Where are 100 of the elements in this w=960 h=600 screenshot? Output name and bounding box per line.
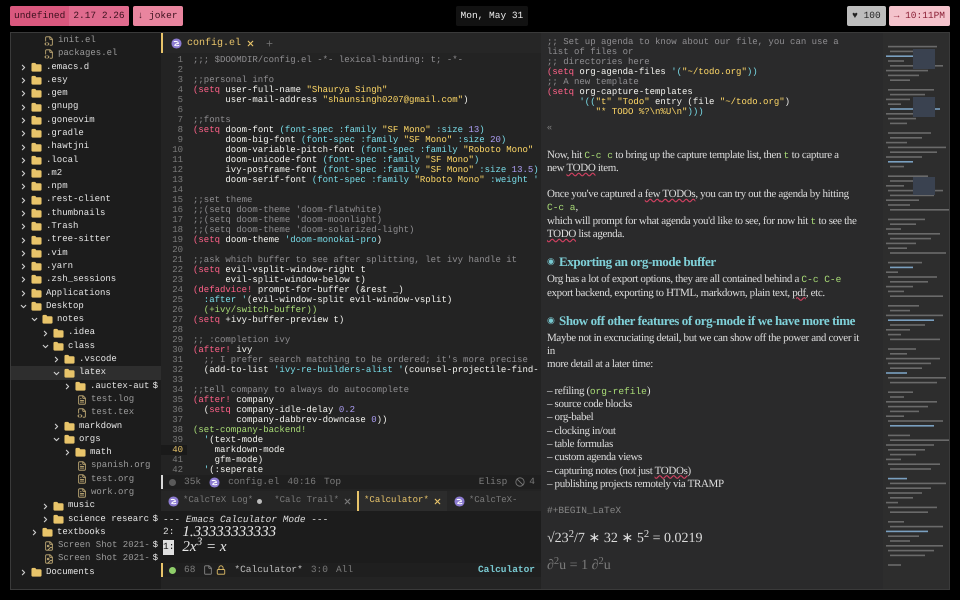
- tree-row[interactable]: science researc $: [11, 512, 161, 526]
- tree-label: .gem: [46, 87, 68, 100]
- line-number: 24: [171, 285, 184, 295]
- tree-row[interactable]: .vscode: [11, 353, 161, 366]
- tree-row[interactable]: Screen Shot 2021- $: [11, 552, 161, 566]
- tree-row[interactable]: .gnupg: [11, 100, 161, 114]
- tree-row[interactable]: textbooks: [11, 526, 161, 540]
- folder-icon: [42, 314, 53, 326]
- tree-label: test.org: [91, 472, 134, 486]
- buffer-name: config.el: [228, 475, 280, 489]
- tree-row[interactable]: Documents: [11, 566, 161, 580]
- clock-badge: → 10:11PM: [888, 6, 950, 26]
- buffer-tab[interactable]: *Calc Trail*: [267, 491, 358, 511]
- tree-label: .hawtjni: [46, 140, 90, 154]
- tree-row[interactable]: .tree-sitter: [11, 233, 161, 247]
- tree-row[interactable]: .local: [11, 154, 161, 167]
- tree-row[interactable]: .vim: [11, 246, 161, 260]
- tree-label: .goneovim: [46, 114, 95, 127]
- tree-row[interactable]: .gradle: [11, 127, 161, 140]
- major-mode: Elisp: [478, 475, 508, 489]
- major-mode: Calculator: [478, 563, 535, 577]
- tree-row[interactable]: work.org: [11, 486, 161, 500]
- tree-label: .Trash: [46, 220, 78, 234]
- tree-row[interactable]: .auctex-aut $: [11, 380, 161, 394]
- code-line: evil-split-window-below t): [224, 275, 366, 285]
- line-number: 3: [176, 75, 184, 85]
- tree-row[interactable]: test.log: [11, 393, 161, 406]
- tree-label: markdown: [79, 420, 122, 433]
- folder-icon: [31, 181, 42, 192]
- tree-row[interactable]: .esy: [11, 74, 161, 88]
- tree-row[interactable]: .thumbnails: [11, 206, 161, 220]
- tree-row[interactable]: test.org: [11, 472, 161, 486]
- tree-row[interactable]: .yarn: [11, 260, 161, 274]
- tree-label: .thumbnails: [46, 206, 106, 220]
- tree-row[interactable]: .m2: [11, 166, 161, 180]
- folder-icon: [31, 102, 42, 113]
- code-line: ivy-posframe-font (font-spec :family "SF Mono" :size 13.5): [224, 165, 539, 175]
- stack-index: 2:: [163, 525, 174, 540]
- buffer-tab[interactable]: *Calculator*: [357, 491, 447, 511]
- tree-row[interactable]: notes: [11, 313, 161, 327]
- code-line: '(("t" "Todo" entry (file "~/todo.org"): [578, 97, 792, 107]
- file-icon: [44, 540, 54, 551]
- code-line: ;;ask which buffer to see after splitting, let ivy handle it: [192, 255, 518, 265]
- tree-row[interactable]: .rest-client: [11, 194, 161, 207]
- tree-row[interactable]: .hawtjni: [11, 140, 161, 154]
- paragraph: – refiling (org-refile) – source code blocks – org-babel – clocking in/out – table formulas – custom agenda views – capturing notes (not just TODOs) – publishing projects remotely via TRAMP: [547, 384, 725, 492]
- tree-row[interactable]: music: [11, 499, 161, 513]
- tree-row[interactable]: spanish.org: [11, 460, 161, 473]
- tree-row[interactable]: packages.el: [11, 47, 161, 61]
- tree-row[interactable]: Applications: [11, 286, 161, 300]
- tree-row[interactable]: .gem: [11, 87, 161, 100]
- tree-row[interactable]: math: [11, 446, 161, 460]
- tree-label: .gradle: [46, 126, 84, 140]
- tree-row[interactable]: class: [11, 340, 161, 354]
- buffer-tab[interactable]: *CalcTeX Log*: [161, 491, 268, 511]
- code-line: (setq evil-vsplit-window-right t: [192, 265, 366, 275]
- buffer-tab[interactable]: *CalcTeX-: [446, 491, 522, 511]
- tree-row[interactable]: init.el: [11, 34, 161, 48]
- tree-row[interactable]: .goneovim: [11, 114, 161, 128]
- tree-row[interactable]: .zsh_sessions: [11, 273, 161, 287]
- tree-label: class: [68, 340, 96, 353]
- blocked-icon: [515, 477, 526, 488]
- line-number: 23: [171, 275, 184, 285]
- line-number: 11: [171, 155, 184, 165]
- code-line: (setq user-full-name "Shaurya Singh": [192, 85, 388, 95]
- code-line: (set-company-backend!: [192, 425, 306, 435]
- tree-row[interactable]: Screen Shot 2021- $: [11, 539, 161, 553]
- close-icon[interactable]: [246, 38, 256, 48]
- buffer-size: 35k: [184, 475, 202, 489]
- line-number: 4: [176, 85, 184, 95]
- tree-label: Screen Shot 2021-: [58, 552, 150, 566]
- tree-row[interactable]: orgs: [11, 432, 161, 446]
- tree-row[interactable]: Desktop: [11, 300, 161, 314]
- editor-tab[interactable]: config.el: [161, 33, 264, 53]
- tree-label: .tree-sitter: [46, 233, 111, 246]
- line-number: 12: [171, 165, 184, 175]
- line-number: 26: [171, 305, 184, 315]
- tree-row[interactable]: .idea: [11, 326, 161, 340]
- folder-icon: [31, 194, 42, 206]
- tree-row[interactable]: markdown: [11, 420, 161, 433]
- tree-row[interactable]: latex: [11, 366, 161, 380]
- tree-row[interactable]: .npm: [11, 180, 161, 194]
- close-icon[interactable]: [432, 496, 442, 506]
- line-number: 14: [171, 185, 184, 195]
- line-number: 19: [171, 235, 184, 245]
- tree-row[interactable]: .Trash: [11, 220, 161, 234]
- new-tab-icon[interactable]: [265, 38, 274, 48]
- cursor-position: 3:0: [310, 563, 328, 577]
- folder-icon: [31, 301, 42, 312]
- tree-label: .m2: [46, 166, 62, 180]
- tree-label: .vim: [46, 246, 68, 260]
- code-line: doom-serif-font (font-spec :family "Roboto Mono" :weight ': [224, 175, 539, 185]
- tree-row[interactable]: .emacs.d: [11, 60, 161, 74]
- tree-row[interactable]: test.tex: [11, 406, 161, 420]
- line-number: 28: [171, 325, 184, 335]
- code-line: ;;; $DOOMDIR/config.el -*- lexical-binding: t; -*-: [192, 55, 464, 65]
- tree-label: init.el: [58, 34, 96, 47]
- line-number: 17: [171, 215, 184, 225]
- swirl-icon: [171, 38, 182, 48]
- folder-icon: [75, 380, 86, 392]
